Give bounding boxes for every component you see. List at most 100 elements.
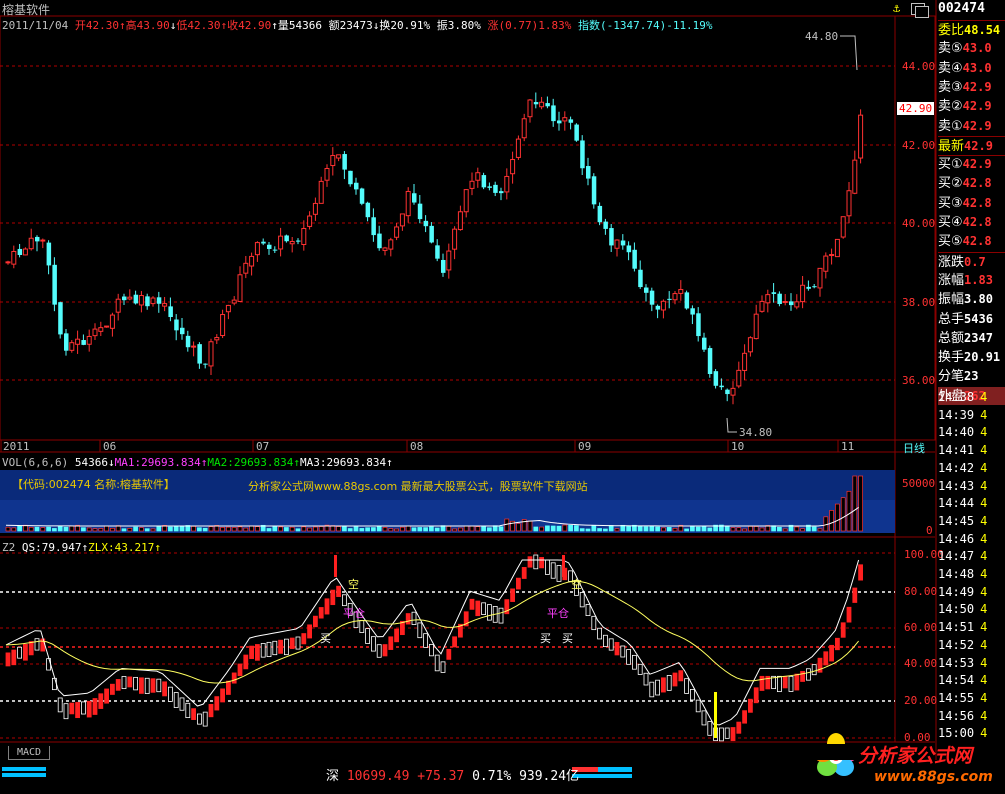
quote-row: 买①42.9: [938, 155, 1005, 173]
volume-bar: [104, 525, 109, 532]
chart-canvas[interactable]: [0, 0, 1005, 794]
volume-bar: [255, 526, 260, 532]
indicator-bar: [510, 588, 516, 602]
candle-body: [487, 186, 492, 188]
candle-body: [510, 159, 516, 175]
volume-bar: [179, 526, 185, 532]
tick-time: 14:48: [938, 567, 975, 581]
tick-row: 14:51 4: [938, 618, 1005, 636]
candle-body: [725, 389, 730, 395]
tick-price: 4: [980, 567, 988, 581]
tick-price: 4: [980, 407, 988, 422]
volume-bar: [394, 528, 399, 532]
candle-body: [289, 240, 295, 245]
candle-body: [858, 114, 864, 159]
tab-macd[interactable]: MACD: [8, 746, 51, 760]
quote-row: 买⑤42.8: [938, 232, 1005, 250]
candle-body: [254, 242, 260, 256]
candle-body: [452, 228, 458, 250]
candle-body: [667, 298, 672, 300]
indicator-bar: [208, 703, 214, 718]
indicator-bar: [585, 603, 591, 617]
volume-bar: [748, 526, 753, 532]
volume-bar: [527, 520, 533, 532]
candle-body: [782, 301, 788, 304]
quote-code: 002474: [938, 1, 985, 16]
indicator-zlx: ZLX:43.217: [88, 541, 155, 554]
indicator-bar: [394, 628, 400, 643]
header-date: 2011/11/04: [2, 19, 69, 32]
indicator-bar: [150, 678, 156, 693]
indicator-bar: [475, 600, 481, 617]
quote-row: 卖④43.0: [938, 59, 1005, 77]
candle-body: [405, 190, 411, 217]
volume-bar: [666, 527, 672, 532]
candle-body: [348, 170, 353, 185]
period-label[interactable]: 日线: [903, 440, 925, 456]
quote-row: 总手5436: [938, 310, 1005, 328]
candle-body: [104, 325, 110, 328]
quote-label: 涨跌: [938, 254, 965, 270]
volume-bar: [835, 503, 840, 532]
volume-bar: [52, 528, 57, 532]
market-label: 深: [326, 769, 340, 784]
indicator-bar: [11, 649, 17, 666]
volume-bar: [347, 528, 353, 532]
indicator-bar: [196, 713, 202, 725]
indicator-bar: [324, 598, 330, 615]
volume-bar: [98, 528, 104, 532]
tick-row: 14:56 4: [938, 707, 1005, 725]
indicator-bar: [272, 640, 278, 656]
indicator-bar: [608, 638, 614, 651]
candle-body: [580, 140, 585, 169]
candle-body: [533, 102, 539, 105]
window-restore-icon[interactable]: [915, 6, 929, 18]
candle-body: [35, 236, 40, 242]
indicator-bar: [434, 654, 440, 672]
turnover-value: 20.91%: [390, 19, 431, 32]
candle-body: [423, 220, 429, 227]
price-tick-2: 42.00: [902, 139, 936, 152]
amount-value: 23473: [339, 19, 373, 32]
tick-time: 14:54: [938, 673, 975, 688]
volume-bar: [626, 525, 631, 532]
indicator-bar: [858, 564, 863, 581]
quote-value: 42.9: [962, 157, 992, 172]
indicator-bar: [121, 676, 127, 690]
quote-label: 买④: [938, 215, 963, 230]
indicator-bar: [405, 613, 411, 625]
volume-bar: [568, 524, 573, 532]
watermark-brand: 分析家公式网: [858, 745, 973, 767]
candle-body: [267, 244, 272, 249]
indicator-bar: [782, 675, 788, 689]
price-tick-3: 40.00: [902, 217, 936, 230]
ad-banner-text: 分析家公式网www.88gs.com 最新最大股票公式，股票软件下载网站: [248, 480, 588, 493]
volume-bar: [707, 527, 713, 532]
indicator-bar: [318, 607, 324, 619]
vol-value: 54366: [74, 456, 108, 469]
tick-price: 4: [980, 443, 988, 458]
volume-bar: [243, 527, 249, 532]
indicator-bar: [527, 556, 533, 568]
indicator-bar: [156, 678, 162, 693]
indicator-bar: [312, 615, 318, 628]
tick-row: 14:49 4: [938, 583, 1005, 601]
tick-time: 14:52: [938, 637, 975, 652]
tick-time: 14:49: [938, 584, 975, 599]
candle-body: [249, 255, 255, 267]
indicator-bar: [603, 634, 608, 648]
volume-bar: [342, 526, 347, 532]
volume-bar: [110, 527, 115, 532]
indicator-bar: [719, 727, 724, 742]
volume-bar: [753, 526, 759, 532]
indicator-bar: [695, 699, 701, 713]
tick-time: 14:43: [938, 478, 975, 493]
indicator-bar: [336, 585, 342, 597]
tick-price: 4: [980, 602, 988, 617]
quote-label: 买②: [938, 176, 963, 192]
candle-body: [504, 175, 510, 193]
candle-body: [626, 245, 632, 253]
indicator-bar: [167, 686, 173, 702]
anchor-icon[interactable]: ⚓: [893, 1, 900, 15]
indicator-bar: [57, 697, 63, 713]
